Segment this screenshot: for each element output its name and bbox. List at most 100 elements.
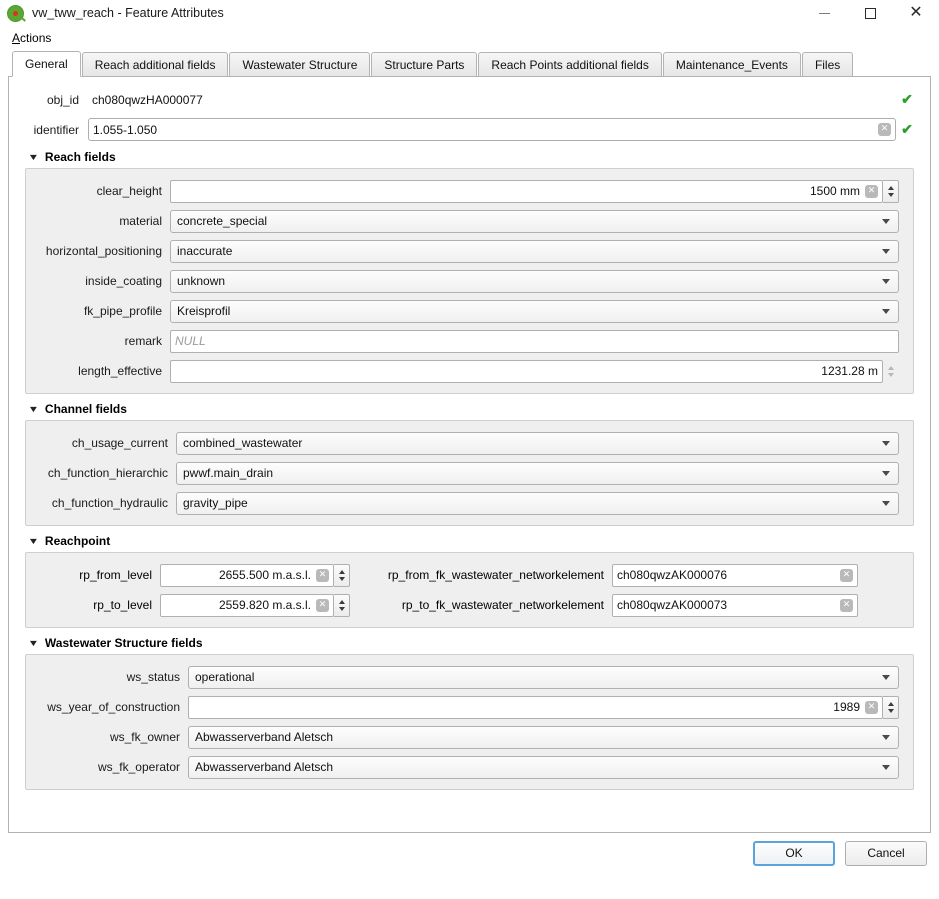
- rp-from-level-input[interactable]: 2655.500 m.a.s.l. ✕: [160, 563, 334, 587]
- material-combobox[interactable]: concrete_special: [170, 209, 899, 233]
- material-label: material: [119, 214, 162, 228]
- obj-id-check-icon: ✔: [901, 91, 913, 107]
- chevron-down-icon: [882, 309, 890, 314]
- window-title: vw_tww_reach - Feature Attributes: [32, 6, 224, 20]
- section-header-reach-fields[interactable]: ▼ Reach fields: [27, 150, 918, 164]
- ch-function-hydraulic-combobox[interactable]: gravity_pipe: [176, 491, 899, 515]
- field-row-identifier: identifier 1.055-1.050 ✕ ✔: [21, 117, 918, 142]
- clear-icon[interactable]: ✕: [865, 700, 878, 714]
- obj-id-input[interactable]: ch080qwzHA000077: [88, 89, 896, 110]
- clear-icon[interactable]: ✕: [840, 568, 853, 582]
- rp-to-fk-wastewater-networkelement-input[interactable]: ch080qwzAK000073 ✕: [612, 593, 858, 617]
- qgis-logo-icon: [7, 4, 24, 22]
- length-effective-input[interactable]: 1231.28 m: [170, 359, 883, 383]
- ws-fk-operator-combobox[interactable]: Abwasserverband Aletsch: [188, 755, 899, 779]
- tab-structure-parts[interactable]: Structure Parts: [371, 52, 478, 76]
- ws-fk-owner-combobox[interactable]: Abwasserverband Aletsch: [188, 725, 899, 749]
- rp-from-fk-value: ch080qwzAK000076: [617, 568, 728, 582]
- obj-id-value: ch080qwzHA000077: [92, 92, 203, 107]
- rp-to-fk-value: ch080qwzAK000073: [617, 598, 728, 612]
- clear-icon[interactable]: ✕: [316, 598, 329, 612]
- maximize-icon[interactable]: [847, 0, 893, 26]
- tab-wastewater-structure[interactable]: Wastewater Structure: [229, 52, 371, 76]
- menu-item-actions[interactable]: Actions: [8, 29, 55, 47]
- clear-height-input[interactable]: 1500 mm ✕: [170, 179, 883, 203]
- clear-icon[interactable]: ✕: [865, 184, 878, 198]
- rp-from-level-value: 2655.500 m.a.s.l.: [218, 568, 311, 582]
- triangle-down-icon: ▼: [27, 152, 40, 162]
- clear-icon[interactable]: ✕: [878, 123, 891, 136]
- ws-status-combobox[interactable]: operational: [188, 665, 899, 689]
- clear-height-stepper[interactable]: [883, 179, 899, 203]
- clear-icon[interactable]: ✕: [316, 568, 329, 582]
- horizontal-positioning-value: inaccurate: [177, 244, 233, 258]
- triangle-down-icon: ▼: [27, 404, 40, 414]
- chevron-down-icon: [882, 441, 890, 446]
- fk-pipe-profile-combobox[interactable]: Kreisprofil: [170, 299, 899, 323]
- length-effective-stepper[interactable]: [883, 360, 899, 383]
- rp-to-level-input[interactable]: 2559.820 m.a.s.l. ✕: [160, 593, 334, 617]
- tab-files[interactable]: Files: [801, 52, 854, 76]
- field-row-ch-function-hydraulic: ch_function_hydraulic gravity_pipe: [40, 491, 899, 515]
- tab-general[interactable]: General: [12, 51, 81, 77]
- chevron-down-icon: [882, 471, 890, 476]
- section-title: Channel fields: [44, 402, 127, 416]
- ch-function-hydraulic-label: ch_function_hydraulic: [51, 496, 168, 510]
- section-header-wastewater-structure-fields[interactable]: ▼ Wastewater Structure fields: [27, 636, 918, 650]
- tab-reach-points-additional-fields[interactable]: Reach Points additional fields: [478, 52, 662, 76]
- chevron-down-icon: [882, 219, 890, 224]
- material-value: concrete_special: [177, 214, 268, 228]
- section-header-reachpoint[interactable]: ▼ Reachpoint: [28, 534, 918, 548]
- ws-fk-operator-value: Abwasserverband Aletsch: [195, 760, 334, 774]
- ws-year-of-construction-input[interactable]: 1989 ✕: [188, 695, 883, 719]
- field-row-obj-id: obj_id ch080qwzHA000077 ✔: [21, 87, 918, 112]
- rp-from-fk-wastewater-networkelement-input[interactable]: ch080qwzAK000076 ✕: [612, 563, 858, 587]
- remark-placeholder: NULL: [175, 334, 206, 348]
- obj-id-label: obj_id: [46, 92, 79, 107]
- rp-to-level-label: rp_to_level: [93, 598, 152, 612]
- horizontal-positioning-combobox[interactable]: inaccurate: [170, 239, 899, 263]
- field-row-material: material concrete_special: [40, 209, 899, 233]
- chevron-down-icon: [882, 501, 890, 506]
- general-tab-panel: obj_id ch080qwzHA000077 ✔ identifier 1.0…: [8, 77, 931, 833]
- ws-status-label: ws_status: [126, 670, 180, 684]
- ch-function-hierarchic-value: pwwf.main_drain: [183, 466, 274, 480]
- section-title: Wastewater Structure fields: [44, 636, 203, 650]
- field-row-ws-fk-owner: ws_fk_owner Abwasserverband Aletsch: [40, 725, 899, 749]
- remark-label: remark: [124, 334, 162, 348]
- triangle-down-icon: ▼: [27, 638, 40, 648]
- window-titlebar: vw_tww_reach - Feature Attributes ✕: [0, 0, 939, 26]
- menubar: Actions: [0, 26, 939, 50]
- dialog-body: General Reach additional fields Wastewat…: [0, 50, 939, 833]
- identifier-label: identifier: [33, 122, 79, 137]
- tab-maintenance-events[interactable]: Maintenance_Events: [662, 52, 801, 76]
- ws-year-of-construction-stepper[interactable]: [883, 695, 899, 719]
- remark-input[interactable]: NULL: [170, 329, 899, 353]
- tab-label: Maintenance_Events: [675, 57, 788, 72]
- field-row-ws-fk-operator: ws_fk_operator Abwasserverband Aletsch: [40, 755, 899, 779]
- field-row-fk-pipe-profile: fk_pipe_profile Kreisprofil: [40, 299, 899, 323]
- tab-label: Files: [814, 57, 841, 72]
- identifier-value: 1.055-1.050: [93, 122, 158, 137]
- inside-coating-combobox[interactable]: unknown: [170, 269, 899, 293]
- rp-from-level-stepper[interactable]: [334, 563, 350, 587]
- ch-function-hierarchic-combobox[interactable]: pwwf.main_drain: [176, 461, 899, 485]
- group-reachpoint: rp_from_level 2655.500 m.a.s.l. ✕ rp_fro…: [25, 552, 914, 628]
- field-row-horizontal-positioning: horizontal_positioning inaccurate: [40, 239, 899, 263]
- rp-to-level-stepper[interactable]: [334, 593, 350, 617]
- tab-label: Reach Points additional fields: [491, 57, 649, 72]
- identifier-input[interactable]: 1.055-1.050 ✕: [88, 118, 896, 141]
- minimize-icon[interactable]: [801, 0, 847, 26]
- rp-from-level-label: rp_from_level: [79, 568, 152, 582]
- tab-reach-additional-fields[interactable]: Reach additional fields: [81, 52, 229, 76]
- ok-button[interactable]: OK: [753, 840, 835, 866]
- chevron-down-icon: [882, 675, 890, 680]
- field-row-ch-function-hierarchic: ch_function_hierarchic pwwf.main_drain: [40, 461, 899, 485]
- section-header-channel-fields[interactable]: ▼ Channel fields: [27, 402, 918, 416]
- clear-icon[interactable]: ✕: [840, 598, 853, 612]
- cancel-button[interactable]: Cancel: [845, 840, 927, 866]
- close-icon[interactable]: ✕: [893, 0, 939, 26]
- ch-usage-current-combobox[interactable]: combined_wastewater: [176, 431, 899, 455]
- chevron-down-icon: [882, 765, 890, 770]
- fk-pipe-profile-label: fk_pipe_profile: [83, 304, 162, 318]
